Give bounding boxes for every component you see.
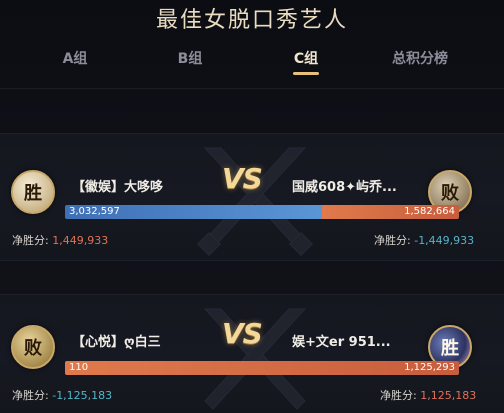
vs-label: VS: [222, 162, 263, 195]
tab-label: B组: [177, 51, 203, 67]
group-tabs: A组 B组 C组 总积分榜: [0, 48, 504, 78]
left-player-name[interactable]: 【心悦】ღ白三: [72, 331, 161, 350]
right-score: 1,125,293: [404, 362, 455, 373]
net-value: 1,125,183: [420, 389, 477, 402]
right-score-fill: [65, 361, 459, 375]
right-player-name[interactable]: 娱+文er 951...: [292, 331, 391, 350]
left-score: 110: [69, 362, 89, 373]
page-title: 最佳女脱口秀艺人: [155, 8, 348, 33]
left-net-score: 净胜分: 1,449,933: [12, 232, 108, 248]
vs-label: VS: [222, 317, 263, 350]
leaderboard-page: 最佳女脱口秀艺人 A组 B组 C组 总积分榜 胜 【徽娱】大哆哆 VS 国威60…: [0, 0, 504, 413]
tab-label: A组: [62, 51, 88, 67]
tab-label: 总积分榜: [392, 51, 448, 67]
match-card[interactable]: 胜 【徽娱】大哆哆 VS 国威608✦屿乔... 败 3,032,597 1,5…: [0, 133, 504, 261]
score-bar: 110 1,125,293: [65, 361, 459, 375]
header-divider: [0, 88, 504, 89]
tab-group-a[interactable]: A组: [15, 48, 135, 68]
left-player-name[interactable]: 【徽娱】大哆哆: [72, 176, 163, 195]
crossed-swords-decoration: [196, 147, 314, 257]
active-tab-indicator: [293, 72, 319, 75]
lose-badge: 败: [11, 325, 55, 369]
right-player-name[interactable]: 国威608✦屿乔...: [292, 176, 397, 195]
right-net-score: 净胜分: -1,449,933: [374, 232, 474, 248]
tab-label: C组: [293, 51, 319, 67]
win-badge: 胜: [11, 170, 55, 214]
net-value: 1,449,933: [52, 234, 109, 247]
net-label: 净胜分:: [374, 234, 411, 247]
left-net-score: 净胜分: -1,125,183: [12, 387, 112, 403]
net-value: -1,449,933: [414, 234, 475, 247]
tab-group-c[interactable]: C组: [246, 48, 366, 75]
net-label: 净胜分:: [12, 389, 49, 402]
match-card[interactable]: 败 【心悦】ღ白三 VS 娱+文er 951... 胜 110 1,125,29…: [0, 294, 504, 413]
tab-group-b[interactable]: B组: [130, 48, 250, 68]
score-bar: 3,032,597 1,582,664: [65, 205, 459, 219]
net-label: 净胜分:: [12, 234, 49, 247]
left-score: 3,032,597: [69, 206, 120, 217]
tab-total-ranking[interactable]: 总积分榜: [360, 48, 480, 68]
badge-text: 败: [441, 183, 459, 204]
right-score: 1,582,664: [404, 206, 455, 217]
badge-text: 败: [24, 338, 42, 359]
net-value: -1,125,183: [52, 389, 113, 402]
right-net-score: 净胜分: 1,125,183: [380, 387, 476, 403]
net-label: 净胜分:: [380, 389, 417, 402]
badge-text: 胜: [24, 183, 42, 204]
badge-text: 胜: [441, 338, 459, 359]
